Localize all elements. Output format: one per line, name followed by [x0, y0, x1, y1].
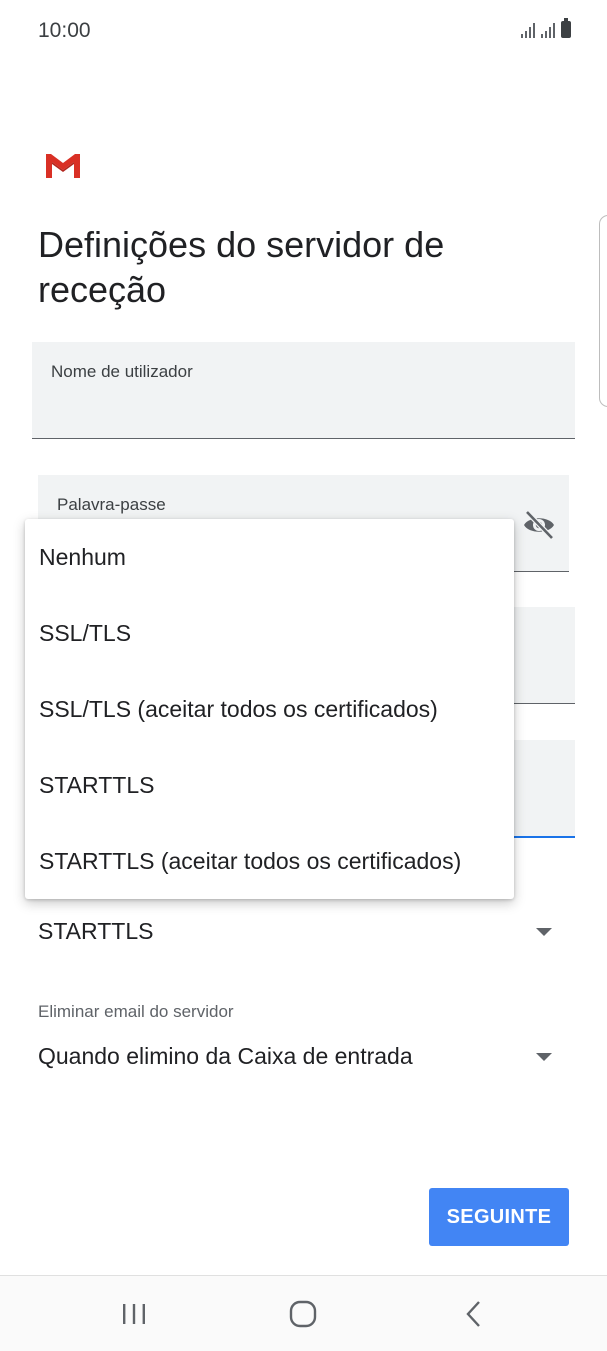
- security-type-select[interactable]: STARTTLS: [38, 918, 568, 958]
- delete-email-value: Quando elimino da Caixa de entrada: [38, 1043, 413, 1069]
- next-button[interactable]: SEGUINTE: [429, 1188, 569, 1246]
- signal-icon: [521, 20, 535, 38]
- signal-icon-2: [541, 20, 555, 38]
- page-title: Definições do servidor de receção: [38, 224, 445, 310]
- password-label: Palavra-passe: [57, 495, 166, 514]
- status-time: 10:00: [38, 19, 91, 42]
- edge-panel-handle[interactable]: [599, 215, 607, 407]
- security-type-value: STARTTLS: [38, 918, 154, 944]
- home-button[interactable]: [243, 1276, 363, 1351]
- visibility-off-icon[interactable]: [521, 507, 557, 543]
- username-label: Nome de utilizador: [51, 362, 193, 381]
- back-button[interactable]: [414, 1276, 534, 1351]
- username-field[interactable]: Nome de utilizador: [32, 342, 575, 439]
- menu-item-starttls[interactable]: STARTTLS: [25, 747, 514, 823]
- status-bar: 10:00: [0, 0, 607, 64]
- security-type-dropdown-menu: Nenhum SSL/TLS SSL/TLS (aceitar todos os…: [25, 519, 514, 899]
- delete-email-label: Eliminar email do servidor: [38, 1002, 234, 1021]
- dropdown-arrow-icon: [536, 1053, 552, 1061]
- navigation-bar: [0, 1275, 607, 1351]
- recents-icon: [123, 1303, 145, 1324]
- menu-item-starttls-accept-all[interactable]: STARTTLS (aceitar todos os certificados): [25, 823, 514, 899]
- home-icon: [289, 1300, 317, 1327]
- menu-item-none[interactable]: Nenhum: [25, 519, 514, 595]
- status-icons: [521, 18, 571, 38]
- battery-icon: [561, 18, 571, 38]
- recents-button[interactable]: [74, 1276, 194, 1351]
- dropdown-arrow-icon: [536, 928, 552, 936]
- menu-item-ssl-tls-accept-all[interactable]: SSL/TLS (aceitar todos os certificados): [25, 671, 514, 747]
- back-icon: [466, 1300, 480, 1327]
- gmail-icon: [46, 154, 80, 178]
- delete-email-select[interactable]: Quando elimino da Caixa de entrada: [38, 1043, 568, 1083]
- menu-item-ssl-tls[interactable]: SSL/TLS: [25, 595, 514, 671]
